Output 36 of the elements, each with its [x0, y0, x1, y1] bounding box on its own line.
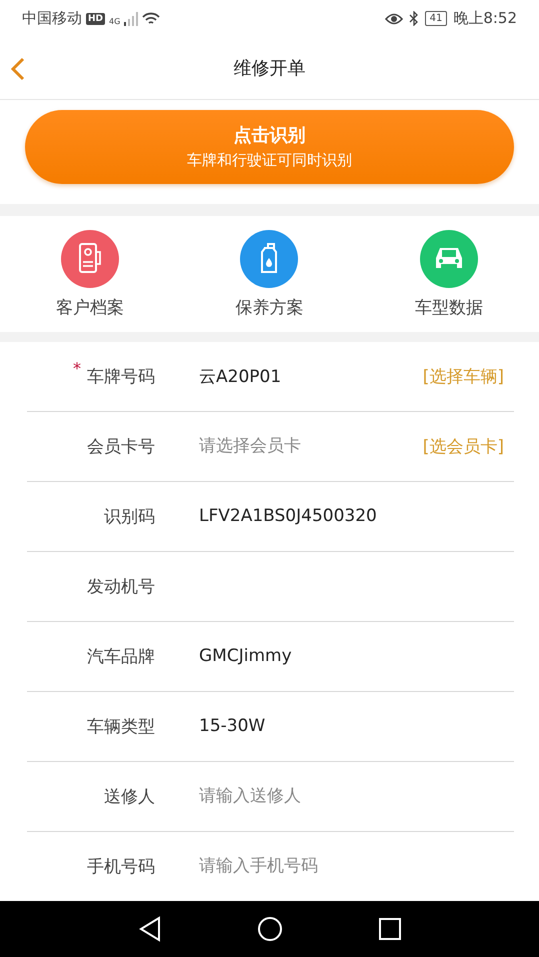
page-title: 维修开单: [234, 57, 306, 80]
input-field[interactable]: 请选择会员卡: [199, 431, 423, 462]
car-icon[interactable]: [420, 230, 478, 288]
input-field[interactable]: 请输入手机号码: [199, 851, 514, 882]
clock-time: 晚上8:52: [453, 9, 517, 28]
document-icon[interactable]: [60, 230, 119, 288]
network-type: 4G: [109, 17, 120, 26]
bluetooth-icon: [408, 11, 419, 26]
field-label: 识别码: [104, 506, 155, 528]
field-label: 车牌号码: [87, 366, 155, 388]
bottle-icon[interactable]: [240, 230, 298, 288]
shortcut-label[interactable]: 保养方案: [235, 296, 304, 319]
back-nav-icon[interactable]: [138, 916, 162, 942]
signal-icon: [124, 12, 138, 26]
shortcut-label[interactable]: 车型数据: [415, 296, 484, 319]
wifi-icon: [142, 12, 160, 26]
back-icon[interactable]: [10, 56, 26, 81]
input-field[interactable]: 请输入送修人: [199, 781, 514, 812]
input-field[interactable]: 云A20P01: [199, 361, 423, 392]
input-field[interactable]: 15-30W: [199, 711, 514, 742]
field-label: 会员卡号: [87, 436, 155, 458]
field-label: 发动机号: [87, 576, 155, 598]
field-label: 手机号码: [87, 856, 155, 878]
eye-icon: [384, 12, 403, 25]
home-nav-icon[interactable]: [256, 916, 282, 942]
field-label: 送修人: [104, 786, 155, 808]
hd-indicator: HD: [86, 12, 106, 25]
input-field[interactable]: GMCJimmy: [199, 641, 514, 672]
required-mark: *: [73, 358, 81, 378]
battery-level: 41: [424, 11, 448, 26]
field-label: 汽车品牌: [87, 646, 155, 668]
recents-nav-icon[interactable]: [378, 916, 402, 941]
field-label: 车辆类型: [87, 716, 155, 738]
input-field[interactable]: LFV2A1BS0J4500320: [199, 501, 514, 532]
carrier-name: 中国移动: [22, 9, 82, 28]
shortcut-label[interactable]: 客户档案: [56, 296, 124, 319]
